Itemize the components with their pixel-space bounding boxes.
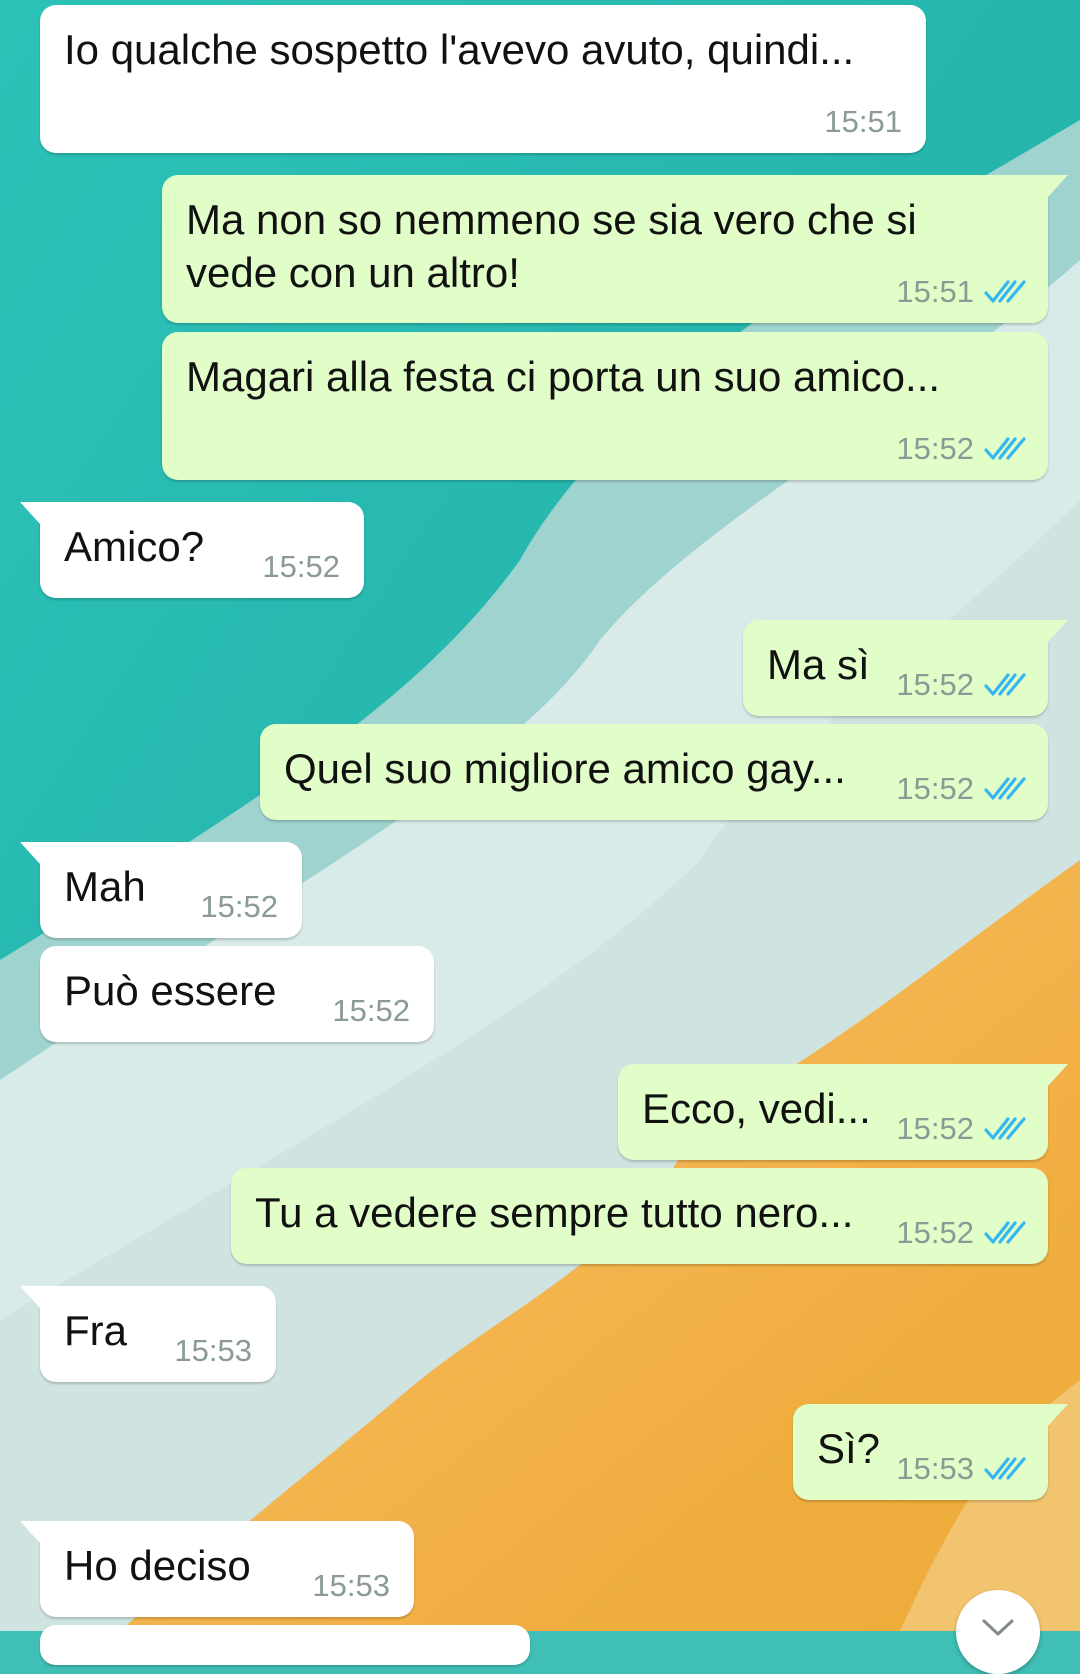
message-text: Può essere bbox=[64, 967, 277, 1014]
message-meta: 15:52 bbox=[896, 772, 1026, 806]
message-bubble-outgoing[interactable]: Ma sì 15:52 bbox=[743, 620, 1068, 716]
message-time: 15:53 bbox=[174, 1333, 252, 1368]
read-ticks-icon bbox=[984, 673, 1026, 696]
message-meta: 15:51 bbox=[896, 275, 1026, 309]
message-time: 15:53 bbox=[312, 1568, 390, 1603]
message-bubble-incoming[interactable]: Può essere 15:52 bbox=[40, 946, 434, 1042]
message-meta: 15:53 bbox=[312, 1569, 390, 1603]
message-text: Ho deciso bbox=[64, 1542, 251, 1589]
message-meta: 15:53 bbox=[174, 1334, 252, 1368]
read-ticks-icon bbox=[984, 1117, 1026, 1140]
message-text: Amico? bbox=[64, 523, 205, 570]
read-ticks-icon bbox=[984, 437, 1026, 460]
read-ticks-icon bbox=[984, 280, 1026, 303]
message-bubble-incoming[interactable]: Io qualche sospetto l'avevo avuto, quind… bbox=[40, 5, 926, 153]
message-meta: 15:52 bbox=[200, 890, 278, 924]
message-text: Ecco, vedi... bbox=[642, 1085, 871, 1132]
message-text: Sì? bbox=[817, 1425, 881, 1472]
message-time: 15:52 bbox=[200, 889, 278, 924]
message-text: Fra bbox=[64, 1307, 127, 1354]
message-meta: 15:52 bbox=[896, 1112, 1026, 1146]
message-time: 15:52 bbox=[896, 1215, 974, 1250]
message-time: 15:52 bbox=[896, 431, 974, 466]
message-time: 15:51 bbox=[896, 274, 974, 309]
message-bubble-incoming[interactable]: Mah 15:52 bbox=[20, 842, 302, 938]
message-meta: 15:53 bbox=[896, 1452, 1026, 1486]
message-bubble-outgoing[interactable]: Ma non so nemmeno se sia vero che si ved… bbox=[162, 175, 1068, 323]
message-time: 15:53 bbox=[896, 1451, 974, 1486]
message-bubble-incoming[interactable]: Amico? 15:52 bbox=[20, 502, 364, 598]
message-bubble-outgoing[interactable]: Magari alla festa ci porta un suo amico.… bbox=[162, 332, 1048, 480]
message-bubble-incoming-partial[interactable] bbox=[40, 1625, 530, 1665]
message-time: 15:52 bbox=[896, 1111, 974, 1146]
message-time: 15:52 bbox=[896, 771, 974, 806]
message-list[interactable]: Io qualche sospetto l'avevo avuto, quind… bbox=[0, 0, 1080, 1665]
message-text: Ma sì bbox=[767, 641, 870, 688]
message-meta: 15:52 bbox=[896, 1216, 1026, 1250]
message-bubble-incoming[interactable]: Ho deciso 15:53 bbox=[20, 1521, 414, 1617]
scroll-to-bottom-button[interactable] bbox=[956, 1590, 1040, 1674]
read-ticks-icon bbox=[984, 777, 1026, 800]
message-bubble-outgoing[interactable]: Ecco, vedi... 15:52 bbox=[618, 1064, 1068, 1160]
message-meta: 15:52 bbox=[262, 550, 340, 584]
message-bubble-outgoing[interactable]: Quel suo migliore amico gay... 15:52 bbox=[260, 724, 1048, 820]
message-meta: 15:52 bbox=[896, 432, 1026, 466]
message-text: Io qualche sospetto l'avevo avuto, quind… bbox=[64, 26, 855, 73]
message-meta: 15:51 bbox=[824, 105, 902, 139]
message-text: Quel suo migliore amico gay... bbox=[284, 745, 846, 792]
message-text: Ma non so nemmeno se sia vero che si ved… bbox=[186, 196, 917, 296]
message-meta: 15:52 bbox=[896, 668, 1026, 702]
message-time: 15:51 bbox=[824, 104, 902, 139]
message-time: 15:52 bbox=[332, 993, 410, 1028]
message-bubble-incoming[interactable]: Fra 15:53 bbox=[20, 1286, 276, 1382]
chevron-down-icon bbox=[982, 1619, 1014, 1636]
read-ticks-icon bbox=[984, 1457, 1026, 1480]
message-time: 15:52 bbox=[262, 549, 340, 584]
message-bubble-outgoing[interactable]: Sì? 15:53 bbox=[793, 1404, 1068, 1500]
message-text: Tu a vedere sempre tutto nero... bbox=[255, 1189, 854, 1236]
message-bubble-outgoing[interactable]: Tu a vedere sempre tutto nero... 15:52 bbox=[231, 1168, 1048, 1264]
message-text: Magari alla festa ci porta un suo amico.… bbox=[186, 353, 941, 400]
message-text: Mah bbox=[64, 863, 146, 910]
message-time: 15:52 bbox=[896, 667, 974, 702]
read-ticks-icon bbox=[984, 1221, 1026, 1244]
message-meta: 15:52 bbox=[332, 994, 410, 1028]
